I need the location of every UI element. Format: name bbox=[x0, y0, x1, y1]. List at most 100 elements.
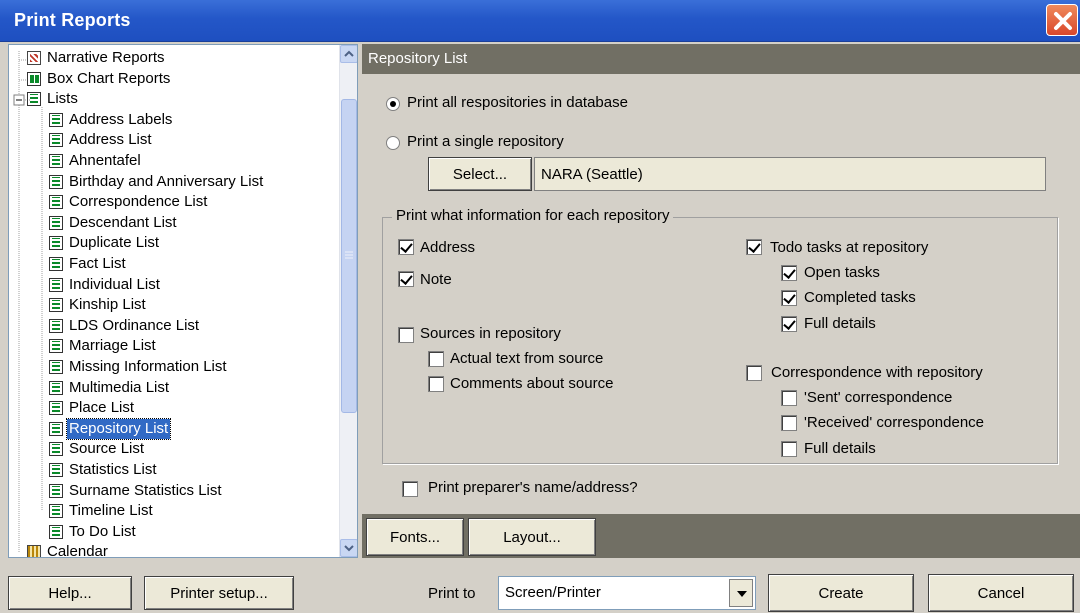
window-title: Print Reports bbox=[14, 10, 131, 30]
dialog-footer: Help... Printer setup... Print to Screen… bbox=[0, 560, 1080, 613]
fonts-button[interactable]: Fonts... bbox=[366, 518, 464, 556]
tree-item-label: Kinship List bbox=[69, 296, 146, 314]
tree-item-label: Address List bbox=[69, 131, 152, 149]
group-title: Print what information for each reposito… bbox=[392, 207, 674, 224]
print-to-select[interactable]: Screen/Printer bbox=[498, 576, 756, 610]
tree-item-label: Multimedia List bbox=[69, 378, 170, 396]
list-icon bbox=[27, 92, 41, 107]
tree-item-label: Narrative Reports bbox=[47, 49, 165, 66]
sources-label: Sources in repository bbox=[420, 325, 561, 342]
scroll-up-button[interactable] bbox=[340, 45, 357, 63]
list-icon bbox=[49, 442, 63, 457]
correspondence-checkbox[interactable] bbox=[746, 365, 762, 381]
grip-icon bbox=[345, 251, 353, 259]
sent-checkbox[interactable] bbox=[781, 390, 797, 406]
print-to-label: Print to bbox=[428, 585, 476, 602]
cancel-button[interactable]: Cancel bbox=[928, 574, 1074, 612]
report-tree[interactable]: Narrative Reports Box Chart Reports Lists A… bbox=[8, 44, 358, 558]
todo-label: Todo tasks at repository bbox=[770, 239, 929, 256]
list-icon bbox=[49, 421, 63, 436]
panel-header: Repository List bbox=[362, 44, 1080, 74]
printer-setup-button[interactable]: Printer setup... bbox=[144, 576, 294, 610]
list-icon bbox=[49, 154, 63, 168]
print-single-radio[interactable] bbox=[386, 136, 400, 150]
title-bar: Print Reports bbox=[0, 0, 1080, 42]
list-icon bbox=[49, 318, 63, 333]
list-icon bbox=[49, 360, 63, 374]
tree-item-label: Repository List bbox=[65, 417, 172, 440]
actual-text-checkbox[interactable] bbox=[428, 351, 444, 367]
list-icon bbox=[49, 380, 63, 395]
open-tasks-label: Open tasks bbox=[804, 264, 880, 281]
note-checkbox[interactable] bbox=[398, 271, 414, 287]
tree-item-label: Place List bbox=[69, 399, 135, 417]
calendar-icon bbox=[27, 545, 41, 557]
format-bar: Fonts... Layout... bbox=[362, 514, 1080, 558]
todo-checkbox[interactable] bbox=[746, 239, 762, 255]
options-panel: Repository List Print all respositories … bbox=[362, 44, 1080, 514]
tree-item-label: Box Chart Reports bbox=[47, 69, 171, 87]
tree-scrollbar[interactable] bbox=[339, 45, 357, 557]
tree-item-label: Marriage List bbox=[69, 337, 156, 355]
create-button[interactable]: Create bbox=[768, 574, 914, 612]
tree-item-label: Surname Statistics List bbox=[69, 481, 222, 499]
close-button[interactable] bbox=[1046, 4, 1078, 36]
list-icon bbox=[49, 174, 63, 189]
comments-checkbox[interactable] bbox=[428, 376, 444, 392]
actual-text-label: Actual text from source bbox=[450, 350, 604, 367]
full-details-todo-checkbox[interactable] bbox=[781, 316, 797, 332]
tree-item-label: Duplicate List bbox=[69, 234, 160, 252]
tree-item-label: Calendar bbox=[47, 543, 108, 558]
print-all-label: Print all respositories in database bbox=[407, 94, 628, 111]
list-icon bbox=[49, 133, 63, 148]
comments-label: Comments about source bbox=[450, 375, 614, 392]
tree-item-label: Statistics List bbox=[69, 461, 157, 478]
layout-button[interactable]: Layout... bbox=[468, 518, 596, 556]
list-icon bbox=[49, 298, 63, 313]
tree-item-label: Individual List bbox=[69, 275, 160, 293]
repository-field: NARA (Seattle) bbox=[534, 157, 1046, 191]
tree-item-label: Ahnentafel bbox=[69, 152, 141, 169]
full-details-corr-checkbox[interactable] bbox=[781, 441, 797, 457]
list-icon bbox=[49, 524, 63, 539]
print-all-radio[interactable] bbox=[386, 97, 400, 111]
tree-item-label: Descendant List bbox=[69, 213, 177, 231]
sources-checkbox[interactable] bbox=[398, 327, 414, 343]
list-icon bbox=[49, 483, 63, 498]
list-icon bbox=[49, 504, 63, 519]
close-icon bbox=[1054, 12, 1072, 30]
box-chart-icon bbox=[27, 71, 41, 86]
full-details-todo-label: Full details bbox=[804, 315, 876, 332]
tree-item-label: Missing Information List bbox=[69, 358, 227, 375]
panel-title: Repository List bbox=[368, 50, 468, 67]
tree-item-label: LDS Ordinance List bbox=[69, 316, 200, 334]
list-icon bbox=[49, 339, 63, 354]
tree-item-label: Lists bbox=[47, 90, 78, 108]
address-checkbox[interactable] bbox=[398, 239, 414, 255]
completed-tasks-checkbox[interactable] bbox=[781, 290, 797, 306]
full-details-corr-label: Full details bbox=[804, 440, 876, 457]
print-to-value: Screen/Printer bbox=[505, 584, 601, 601]
help-button[interactable]: Help... bbox=[8, 576, 132, 610]
received-checkbox[interactable] bbox=[781, 415, 797, 431]
sent-label: 'Sent' correspondence bbox=[804, 389, 953, 406]
list-icon bbox=[49, 277, 63, 292]
tree-item-label: Address Labels bbox=[69, 110, 173, 128]
list-icon bbox=[49, 195, 63, 210]
select-button[interactable]: Select... bbox=[428, 157, 532, 191]
correspondence-label: Correspondence with repository bbox=[771, 364, 983, 381]
open-tasks-checkbox[interactable] bbox=[781, 265, 797, 281]
preparer-checkbox[interactable] bbox=[402, 481, 418, 497]
dropdown-arrow-icon[interactable] bbox=[729, 579, 753, 607]
preparer-label: Print preparer's name/address? bbox=[428, 479, 638, 496]
tree-item-label: Correspondence List bbox=[69, 193, 208, 211]
list-icon bbox=[49, 463, 63, 477]
scroll-thumb[interactable] bbox=[341, 99, 357, 413]
narrative-icon bbox=[27, 51, 41, 65]
list-icon bbox=[49, 112, 63, 127]
list-icon bbox=[49, 215, 63, 230]
collapse-icon bbox=[13, 94, 25, 106]
scroll-down-button[interactable] bbox=[340, 539, 357, 557]
chevron-up-icon bbox=[344, 50, 354, 57]
tree-item-label: To Do List bbox=[69, 522, 136, 540]
